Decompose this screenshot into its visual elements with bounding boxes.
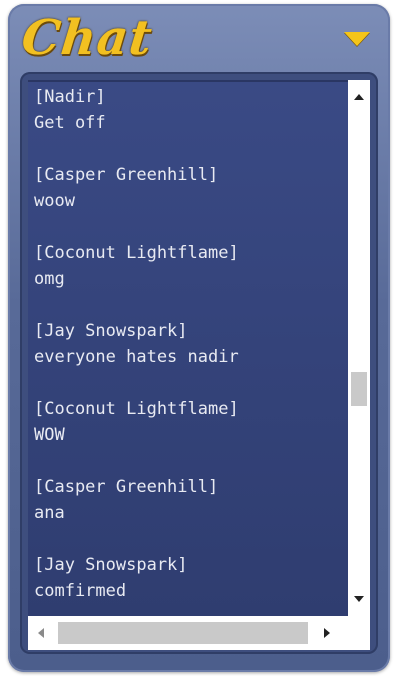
chat-panel: Chat [Nadir] Get off [Casper Greenhill] …	[8, 4, 390, 672]
chat-message: [Casper Greenhill] ana	[34, 474, 348, 526]
message-author: [Jay Snowspark]	[34, 321, 188, 341]
message-text: WOW	[34, 425, 65, 445]
message-text: everyone hates nadir	[34, 347, 239, 367]
arrow-up-icon[interactable]	[354, 94, 364, 100]
arrow-right-icon[interactable]	[324, 628, 330, 638]
message-text: woow	[34, 191, 75, 211]
chat-header: Chat	[8, 4, 390, 70]
chat-frame: [Nadir] Get off [Casper Greenhill] woow …	[20, 72, 378, 654]
vertical-scroll-thumb[interactable]	[351, 372, 367, 406]
triangle-down-icon[interactable]	[344, 32, 370, 46]
scrollbar-corner	[348, 616, 370, 650]
message-text: omg	[34, 269, 65, 289]
message-author: [Coconut Lightflame]	[34, 243, 239, 263]
chat-message: [Casper Greenhill] woow	[34, 162, 348, 214]
vertical-scrollbar[interactable]	[348, 80, 370, 616]
chat-message: [Coconut Lightflame] WOW	[34, 396, 348, 448]
chat-log[interactable]: [Nadir] Get off [Casper Greenhill] woow …	[28, 80, 348, 618]
chat-message: [Jay Snowspark] comfirmed	[34, 552, 348, 604]
message-list: [Nadir] Get off [Casper Greenhill] woow …	[28, 82, 348, 604]
message-author: [Casper Greenhill]	[34, 477, 219, 497]
chat-message: [Nadir] Get off	[34, 84, 348, 136]
message-text: Get off	[34, 113, 106, 133]
chat-message: [Coconut Lightflame] omg	[34, 240, 348, 292]
chat-message: [Jay Snowspark] everyone hates nadir	[34, 318, 348, 370]
message-text: comfirmed	[34, 581, 127, 601]
horizontal-scroll-thumb[interactable]	[58, 622, 308, 644]
arrow-left-icon[interactable]	[38, 628, 44, 638]
message-author: [Coconut Lightflame]	[34, 399, 239, 419]
message-author: [Jay Snowspark]	[34, 555, 188, 575]
chat-title: Chat	[19, 10, 156, 66]
horizontal-scrollbar[interactable]	[28, 616, 370, 650]
arrow-down-icon[interactable]	[354, 596, 364, 602]
message-text: ana	[34, 503, 65, 523]
message-author: [Nadir]	[34, 87, 106, 107]
message-author: [Casper Greenhill]	[34, 165, 219, 185]
